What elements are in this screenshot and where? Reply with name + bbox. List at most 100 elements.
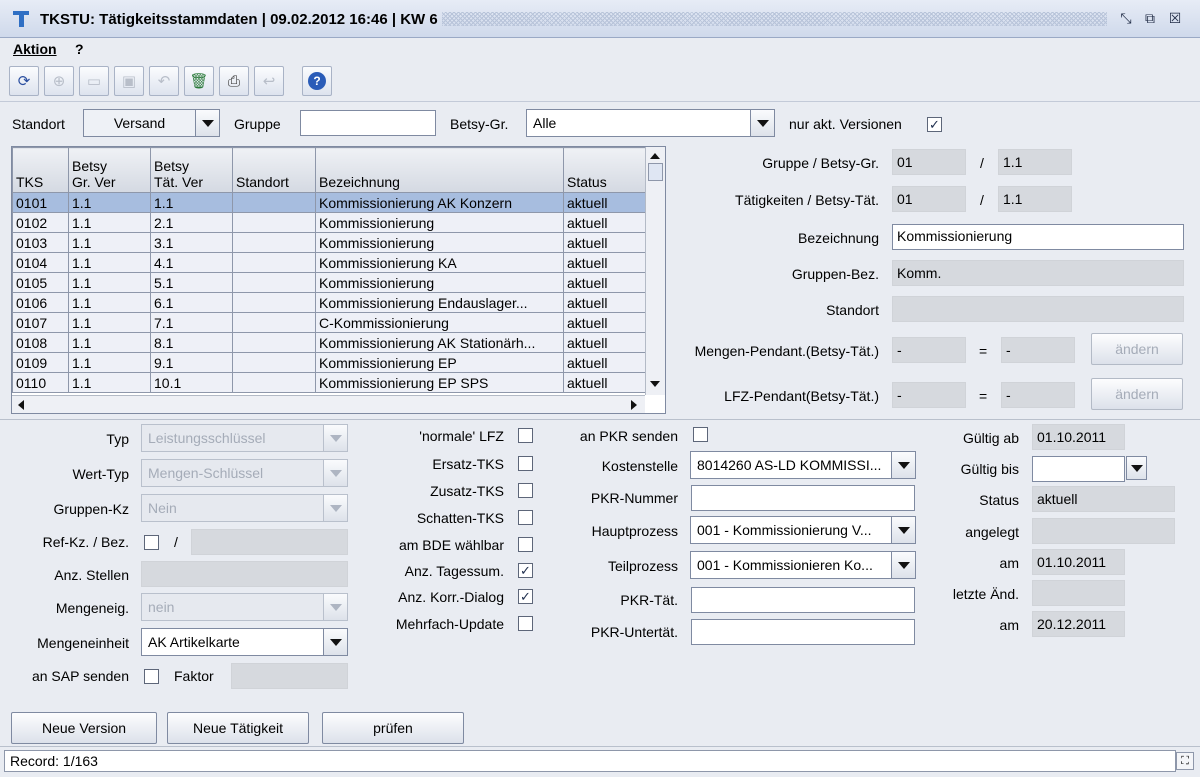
chevron-down-icon[interactable]: [195, 110, 219, 136]
mengen-aendern-button[interactable]: ändern: [1091, 333, 1183, 365]
chevron-down-icon[interactable]: [323, 594, 347, 620]
column-header-tks[interactable]: TKS: [12, 147, 69, 193]
mengeneinheit-select[interactable]: AK Artikelkarte: [141, 628, 348, 656]
cell-gr-ver: 1.1: [68, 292, 151, 313]
resize-grip-icon[interactable]: ⛶: [1176, 752, 1194, 770]
werttyp-select[interactable]: Mengen-Schlüssel: [141, 459, 348, 487]
menu-aktion[interactable]: Aktion: [13, 41, 57, 57]
undo-button[interactable]: ↶: [149, 66, 179, 96]
pkr-untertaet-input[interactable]: [691, 619, 915, 645]
cell-bezeichnung: Kommissionierung AK Stationärh...: [315, 332, 564, 353]
neue-taetigkeit-button[interactable]: Neue Tätigkeit: [167, 712, 309, 744]
cell-tks: 0104: [12, 252, 69, 273]
cell-gr-ver: 1.1: [68, 372, 151, 393]
close-icon[interactable]: ☒: [1166, 9, 1184, 27]
pruefen-button[interactable]: prüfen: [322, 712, 464, 744]
pkr-taet-input[interactable]: [691, 587, 915, 613]
chevron-down-icon[interactable]: [891, 552, 915, 578]
refresh-button[interactable]: ⟳: [9, 66, 39, 96]
table-row[interactable]: 0105 1.1 5.1 Kommissionierung aktuell: [12, 272, 646, 293]
chevron-down-icon[interactable]: [1127, 457, 1146, 479]
table-row[interactable]: 0110 1.1 10.1 Kommissionierung EP SPS aktuel…: [12, 372, 646, 393]
ref-kz-checkbox[interactable]: [144, 535, 159, 550]
table-row[interactable]: 0103 1.1 3.1 Kommissionierung aktuell: [12, 232, 646, 253]
gueltig-bis-dropdown[interactable]: [1126, 456, 1147, 480]
column-header-gr-ver[interactable]: Betsy Gr. Ver: [68, 147, 151, 193]
table-row[interactable]: 0101 1.1 1.1 Kommissionierung AK Konzern akt…: [12, 192, 646, 213]
cell-bezeichnung: Kommissionierung EP: [315, 352, 564, 373]
horizontal-scrollbar[interactable]: [12, 395, 645, 413]
delete-button[interactable]: 🗑: [184, 66, 214, 96]
gruppe-filter-input[interactable]: [300, 110, 436, 136]
gruppen-kz-label: Gruppen-Kz: [53, 501, 129, 517]
standort-filter-select[interactable]: Versand: [83, 109, 220, 137]
chevron-down-icon[interactable]: [750, 110, 774, 136]
table-row[interactable]: 0109 1.1 9.1 Kommissionierung EP aktuell: [12, 352, 646, 373]
versions-checkbox[interactable]: ✓: [927, 117, 942, 132]
scroll-down-icon[interactable]: [650, 381, 660, 387]
letzte-aend-field: [1032, 580, 1125, 606]
minimize-icon[interactable]: ⤡: [1117, 9, 1135, 27]
column-header-taet-ver[interactable]: Betsy Tät. Ver: [150, 147, 233, 193]
gueltig-bis-input[interactable]: [1032, 456, 1125, 482]
cell-taet-ver: 6.1: [150, 292, 233, 313]
reply-button[interactable]: ↩: [254, 66, 284, 96]
tagessum-checkbox[interactable]: ✓: [518, 563, 533, 578]
chevron-down-icon[interactable]: [323, 495, 347, 521]
bezeichnung-input[interactable]: Kommissionierung: [892, 224, 1184, 250]
pkr-senden-checkbox[interactable]: [693, 427, 708, 442]
hauptprozess-select[interactable]: 001 - Kommissionierung V...: [690, 516, 916, 544]
typ-label: Typ: [106, 431, 129, 447]
pkr-nummer-input[interactable]: [691, 485, 915, 511]
mengeneinheit-value: AK Artikelkarte: [148, 634, 240, 650]
mengeneig-select[interactable]: nein: [141, 593, 348, 621]
cell-bezeichnung: C-Kommissionierung: [315, 312, 564, 333]
teilprozess-select[interactable]: 001 - Kommissionieren Ko...: [690, 551, 916, 579]
scroll-up-icon[interactable]: [650, 153, 660, 159]
schatten-tks-checkbox[interactable]: [518, 510, 533, 525]
chevron-down-icon[interactable]: [323, 425, 347, 451]
search-button[interactable]: ⊕: [44, 66, 74, 96]
mehrfach-checkbox[interactable]: [518, 616, 533, 631]
gruppen-kz-select[interactable]: Nein: [141, 494, 348, 522]
activities-grid: TKS Betsy Gr. Ver Betsy Tät. Ver Standor…: [12, 147, 646, 393]
betsy-gr-filter-select[interactable]: Alle: [526, 109, 775, 137]
maximize-icon[interactable]: ⧉: [1141, 9, 1159, 27]
chevron-down-icon[interactable]: [891, 517, 915, 543]
faktor-label: Faktor: [174, 668, 214, 684]
table-row[interactable]: 0108 1.1 8.1 Kommissionierung AK Stationärh…: [12, 332, 646, 353]
cell-taet-ver: 2.1: [150, 212, 233, 233]
bde-checkbox[interactable]: [518, 537, 533, 552]
cell-tks: 0105: [12, 272, 69, 293]
table-row[interactable]: 0107 1.1 7.1 C-Kommissionierung aktuell: [12, 312, 646, 333]
chevron-down-icon[interactable]: [891, 452, 915, 478]
lfz-aendern-button[interactable]: ändern: [1091, 378, 1183, 410]
print-button[interactable]: ⎙: [219, 66, 249, 96]
chevron-down-icon[interactable]: [323, 460, 347, 486]
scroll-left-icon[interactable]: [18, 400, 24, 410]
cell-tks: 0103: [12, 232, 69, 253]
normale-lfz-checkbox[interactable]: [518, 428, 533, 443]
korr-dialog-checkbox[interactable]: ✓: [518, 589, 533, 604]
scroll-thumb[interactable]: [648, 163, 663, 181]
column-header-bezeichnung[interactable]: Bezeichnung: [315, 147, 564, 193]
help-button[interactable]: ?: [302, 66, 332, 96]
scroll-right-icon[interactable]: [631, 400, 637, 410]
table-row[interactable]: 0104 1.1 4.1 Kommissionierung KA aktuell: [12, 252, 646, 273]
new-button[interactable]: ▭: [79, 66, 109, 96]
menu-help[interactable]: ?: [75, 41, 84, 57]
zusatz-tks-checkbox[interactable]: [518, 483, 533, 498]
column-header-standort[interactable]: Standort: [232, 147, 316, 193]
table-row[interactable]: 0102 1.1 2.1 Kommissionierung aktuell: [12, 212, 646, 233]
typ-select[interactable]: Leistungsschlüssel: [141, 424, 348, 452]
activities-table: TKS Betsy Gr. Ver Betsy Tät. Ver Standor…: [11, 146, 666, 414]
ersatz-tks-checkbox[interactable]: [518, 456, 533, 471]
kostenstelle-select[interactable]: 8014260 AS-LD KOMMISSI...: [690, 451, 916, 479]
column-header-status[interactable]: Status: [563, 147, 646, 193]
chevron-down-icon[interactable]: [323, 629, 347, 655]
pkr-untertaet-label: PKR-Untertät.: [590, 624, 678, 640]
table-row[interactable]: 0106 1.1 6.1 Kommissionierung Endauslager..…: [12, 292, 646, 313]
save-button[interactable]: ▣: [114, 66, 144, 96]
neue-version-button[interactable]: Neue Version: [11, 712, 157, 744]
sap-checkbox[interactable]: [144, 669, 159, 684]
